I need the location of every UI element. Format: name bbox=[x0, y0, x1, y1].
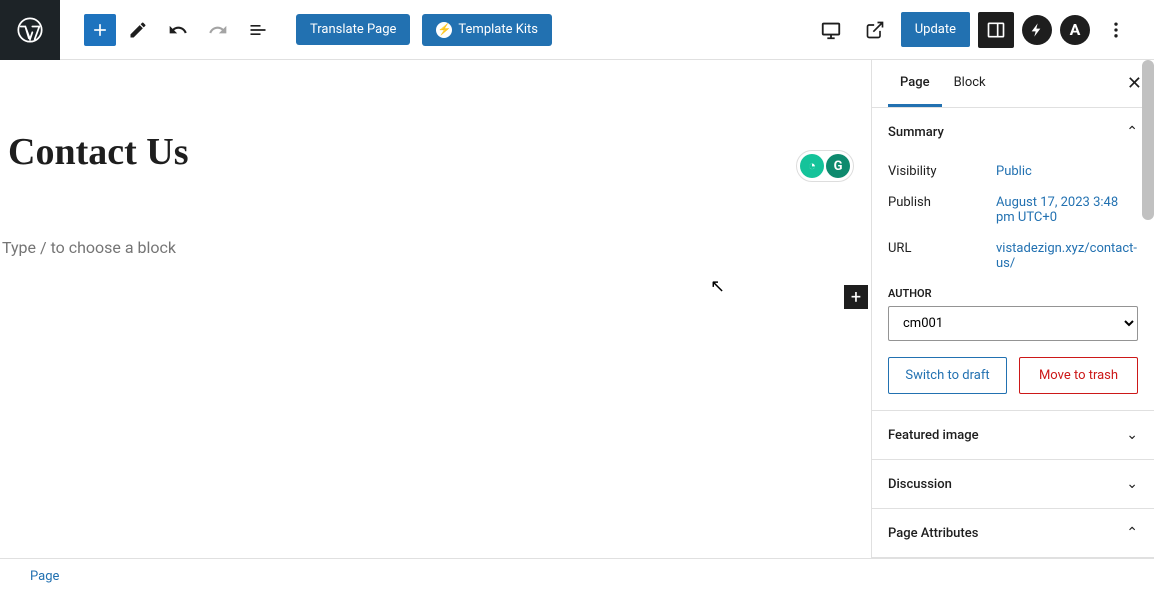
settings-sidebar: Page Block ✕ Summary ⌃ Visibility Public… bbox=[871, 60, 1154, 558]
grammarly-badges: ◔ G bbox=[796, 150, 854, 182]
featured-image-panel: Featured image ⌄ bbox=[872, 411, 1154, 460]
outline-icon[interactable] bbox=[240, 12, 276, 48]
page-attributes-panel: Page Attributes ⌃ bbox=[872, 509, 1154, 558]
url-value[interactable]: vistadezign.xyz/contact-us/ bbox=[996, 241, 1138, 271]
block-placeholder[interactable]: Type / to choose a block bbox=[0, 174, 871, 257]
page-title[interactable]: Contact Us bbox=[0, 60, 871, 174]
visibility-row: Visibility Public bbox=[888, 156, 1138, 187]
astra-icon[interactable]: A bbox=[1060, 15, 1090, 45]
visibility-label: Visibility bbox=[888, 164, 996, 179]
translate-page-button[interactable]: Translate Page bbox=[296, 14, 410, 45]
summary-panel: Summary ⌃ Visibility Public Publish Augu… bbox=[872, 108, 1154, 411]
visibility-value[interactable]: Public bbox=[996, 164, 1138, 179]
switch-draft-button[interactable]: Switch to draft bbox=[888, 357, 1007, 394]
toolbar-right: Update A bbox=[813, 12, 1154, 48]
footer-breadcrumb: Page bbox=[0, 558, 1154, 593]
translate-label: Translate Page bbox=[310, 22, 396, 37]
toolbar-left: Translate Page ⚡ Template Kits bbox=[60, 12, 552, 48]
sidebar-tabs: Page Block ✕ bbox=[872, 60, 1154, 108]
url-label: URL bbox=[888, 241, 996, 271]
breadcrumb-page[interactable]: Page bbox=[30, 569, 59, 584]
chevron-down-icon: ⌄ bbox=[1126, 476, 1138, 492]
bolt-icon: ⚡ bbox=[436, 22, 452, 38]
author-label: AUTHOR bbox=[888, 287, 1138, 300]
featured-image-label: Featured image bbox=[888, 428, 979, 443]
yoast-icon[interactable] bbox=[1022, 15, 1052, 45]
chevron-down-icon: ⌄ bbox=[1126, 427, 1138, 443]
grammarly-icon-1[interactable]: ◔ bbox=[800, 154, 824, 178]
summary-title: Summary bbox=[888, 125, 944, 140]
chevron-up-icon: ⌃ bbox=[1126, 525, 1138, 541]
discussion-label: Discussion bbox=[888, 477, 952, 492]
page-attributes-label: Page Attributes bbox=[888, 526, 978, 541]
url-row: URL vistadezign.xyz/contact-us/ bbox=[888, 233, 1138, 279]
top-toolbar: Translate Page ⚡ Template Kits Update A bbox=[0, 0, 1154, 60]
publish-label: Publish bbox=[888, 195, 996, 225]
summary-header[interactable]: Summary ⌃ bbox=[872, 108, 1154, 156]
summary-body: Visibility Public Publish August 17, 202… bbox=[872, 156, 1154, 410]
discussion-panel: Discussion ⌄ bbox=[872, 460, 1154, 509]
template-kits-label: Template Kits bbox=[458, 22, 538, 37]
more-options-icon[interactable] bbox=[1098, 12, 1134, 48]
featured-image-header[interactable]: Featured image ⌄ bbox=[872, 411, 1154, 459]
action-buttons: Switch to draft Move to trash bbox=[888, 357, 1138, 394]
undo-icon[interactable] bbox=[160, 12, 196, 48]
template-kits-button[interactable]: ⚡ Template Kits bbox=[422, 14, 552, 46]
desktop-preview-icon[interactable] bbox=[813, 12, 849, 48]
publish-value[interactable]: August 17, 2023 3:48 pm UTC+0 bbox=[996, 195, 1138, 225]
editor-canvas: Contact Us Type / to choose a block bbox=[0, 60, 871, 558]
update-label: Update bbox=[915, 22, 956, 37]
publish-row: Publish August 17, 2023 3:48 pm UTC+0 bbox=[888, 187, 1138, 233]
close-sidebar-icon[interactable]: ✕ bbox=[1127, 73, 1142, 94]
wordpress-logo[interactable] bbox=[0, 0, 60, 60]
move-trash-button[interactable]: Move to trash bbox=[1019, 357, 1138, 394]
redo-icon[interactable] bbox=[200, 12, 236, 48]
update-button[interactable]: Update bbox=[901, 12, 970, 47]
sidebar-toggle-icon[interactable] bbox=[978, 12, 1014, 48]
external-link-icon[interactable] bbox=[857, 12, 893, 48]
add-block-button[interactable] bbox=[84, 14, 116, 46]
page-attributes-header[interactable]: Page Attributes ⌃ bbox=[872, 509, 1154, 557]
scrollbar[interactable] bbox=[1142, 60, 1154, 220]
tab-block[interactable]: Block bbox=[942, 61, 998, 107]
tab-page[interactable]: Page bbox=[888, 61, 942, 107]
author-select[interactable]: cm001 bbox=[888, 306, 1138, 341]
grammarly-icon-2[interactable]: G bbox=[826, 154, 850, 178]
add-block-inline-button[interactable]: + bbox=[844, 285, 868, 309]
discussion-header[interactable]: Discussion ⌄ bbox=[872, 460, 1154, 508]
edit-icon[interactable] bbox=[120, 12, 156, 48]
chevron-up-icon: ⌃ bbox=[1126, 124, 1138, 140]
